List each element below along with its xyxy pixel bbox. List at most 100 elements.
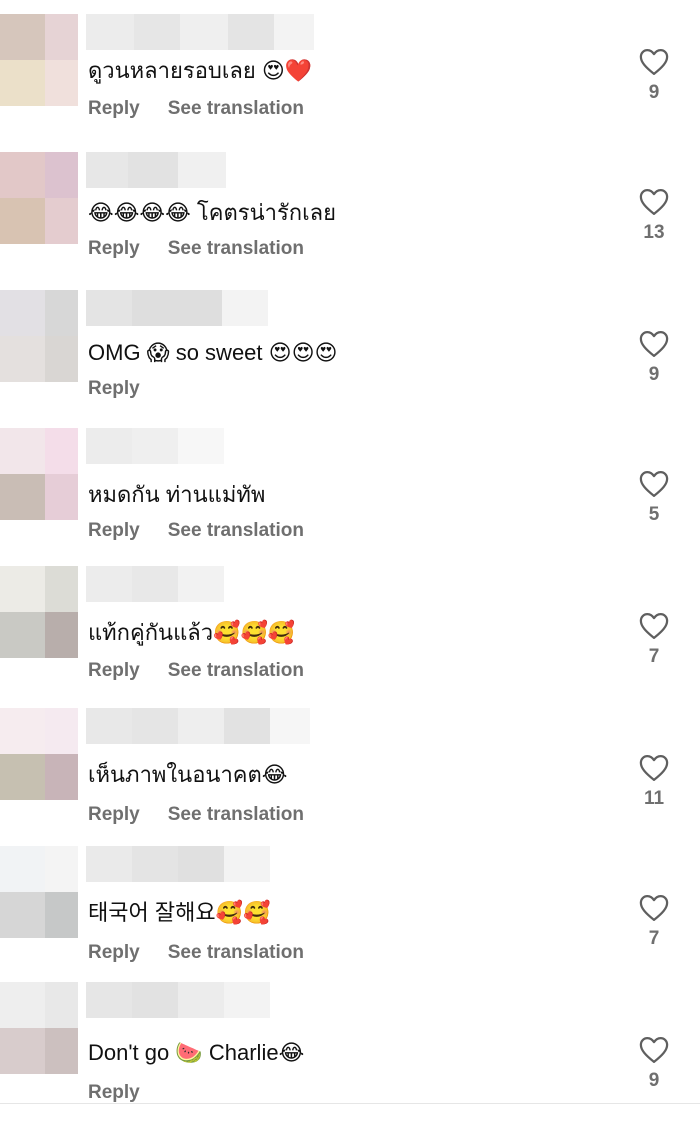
username-blurred[interactable] <box>86 982 270 1018</box>
comment-item: หมดกัน ท่านแม่ทัพ Reply See translation 5 <box>0 428 700 568</box>
reply-button[interactable]: Reply <box>88 238 140 260</box>
username-blur-block <box>222 290 268 326</box>
username-blur-block <box>86 290 132 326</box>
like-count: 9 <box>648 364 660 385</box>
username-blurred[interactable] <box>86 566 224 602</box>
avatar[interactable] <box>0 982 78 1074</box>
heart-icon[interactable] <box>636 48 672 76</box>
see-translation-button[interactable]: See translation <box>168 238 304 260</box>
comment-text: 😂😂😂😂 โคตรน่ารักเลย <box>88 200 336 225</box>
heart-icon[interactable] <box>636 894 672 922</box>
avatar[interactable] <box>0 566 78 658</box>
avatar-pixel <box>0 612 45 658</box>
reply-button[interactable]: Reply <box>88 520 140 542</box>
see-translation-button[interactable]: See translation <box>168 804 304 826</box>
username-blurred[interactable] <box>86 14 314 50</box>
like-control: 11 <box>636 754 672 810</box>
avatar-pixel <box>0 198 45 244</box>
like-count: 13 <box>643 222 665 243</box>
heart-icon[interactable] <box>636 470 672 498</box>
username-blur-block <box>86 428 132 464</box>
username-blur-block <box>178 846 224 882</box>
comment-item: เห็นภาพในอนาคต😂 Reply See translation 11 <box>0 708 700 848</box>
see-translation-button[interactable]: See translation <box>168 520 304 542</box>
reply-button[interactable]: Reply <box>88 98 140 120</box>
avatar-pixel <box>45 152 78 198</box>
username-blur-block <box>224 708 270 744</box>
reply-button[interactable]: Reply <box>88 660 140 682</box>
username-blur-block <box>86 14 134 50</box>
avatar-pixel <box>45 198 78 244</box>
username-blurred[interactable] <box>86 152 226 188</box>
comment-text: OMG 😱 so sweet 😍😍😍 <box>88 340 338 365</box>
avatar-pixel <box>0 754 45 800</box>
like-control: 13 <box>636 188 672 244</box>
like-count: 7 <box>648 928 660 949</box>
comment-actions: Reply See translation <box>88 804 304 826</box>
username-blur-block <box>132 566 178 602</box>
heart-icon[interactable] <box>636 1036 672 1064</box>
avatar-pixel <box>45 982 78 1028</box>
avatar[interactable] <box>0 290 78 382</box>
comment-actions: Reply See translation <box>88 98 304 120</box>
avatar-pixel <box>45 474 78 520</box>
heart-icon[interactable] <box>636 330 672 358</box>
username-blurred[interactable] <box>86 290 268 326</box>
heart-icon[interactable] <box>636 754 672 782</box>
comment-text: ดูวนหลายรอบเลย 😍❤️ <box>88 58 313 83</box>
avatar-pixel <box>45 1028 78 1074</box>
see-translation-button[interactable]: See translation <box>168 942 304 964</box>
avatar[interactable] <box>0 708 78 800</box>
comment-item: 태국어 잘해요🥰🥰 Reply See translation 7 <box>0 846 700 986</box>
avatar-pixel <box>45 754 78 800</box>
username-blur-block <box>178 566 224 602</box>
reply-button[interactable]: Reply <box>88 378 140 400</box>
username-blur-block <box>224 846 270 882</box>
avatar-pixel <box>0 982 45 1028</box>
avatar-pixel <box>45 566 78 612</box>
reply-button[interactable]: Reply <box>88 1082 140 1104</box>
like-count: 5 <box>648 504 660 525</box>
reply-button[interactable]: Reply <box>88 942 140 964</box>
avatar[interactable] <box>0 428 78 520</box>
username-blur-block <box>178 708 224 744</box>
username-blur-block <box>86 846 132 882</box>
comment-actions: Reply <box>88 1082 140 1104</box>
divider <box>0 1103 700 1104</box>
username-blurred[interactable] <box>86 428 224 464</box>
heart-icon[interactable] <box>636 188 672 216</box>
avatar-pixel <box>0 708 45 754</box>
username-blurred[interactable] <box>86 846 270 882</box>
username-blur-block <box>132 428 178 464</box>
see-translation-button[interactable]: See translation <box>168 660 304 682</box>
heart-icon[interactable] <box>636 612 672 640</box>
avatar-pixel <box>0 892 45 938</box>
username-blur-block <box>178 982 224 1018</box>
like-control: 9 <box>636 1036 672 1092</box>
avatar-pixel <box>0 14 45 60</box>
avatar-pixel <box>0 428 45 474</box>
avatar[interactable] <box>0 152 78 244</box>
username-blur-block <box>132 846 178 882</box>
avatar-pixel <box>45 60 78 106</box>
comment-actions: Reply <box>88 378 140 400</box>
avatar-pixel <box>0 60 45 106</box>
username-blur-block <box>86 566 132 602</box>
like-count: 7 <box>648 646 660 667</box>
see-translation-button[interactable]: See translation <box>168 98 304 120</box>
comment-text: 태국어 잘해요🥰🥰 <box>88 900 271 925</box>
username-blur-block <box>86 708 132 744</box>
like-control: 7 <box>636 894 672 950</box>
username-blur-block <box>274 14 314 50</box>
comment-actions: Reply See translation <box>88 942 304 964</box>
comment-item: OMG 😱 so sweet 😍😍😍 Reply 9 <box>0 290 700 430</box>
username-blurred[interactable] <box>86 708 310 744</box>
comment-text: แท้กคู่กันแล้ว🥰🥰🥰 <box>88 620 296 645</box>
avatar[interactable] <box>0 846 78 938</box>
like-control: 9 <box>636 330 672 386</box>
username-blur-block <box>132 708 178 744</box>
comment-text: หมดกัน ท่านแม่ทัพ <box>88 482 266 507</box>
reply-button[interactable]: Reply <box>88 804 140 826</box>
comment-item: 😂😂😂😂 โคตรน่ารักเลย Reply See translation 13 <box>0 152 700 292</box>
avatar[interactable] <box>0 14 78 106</box>
